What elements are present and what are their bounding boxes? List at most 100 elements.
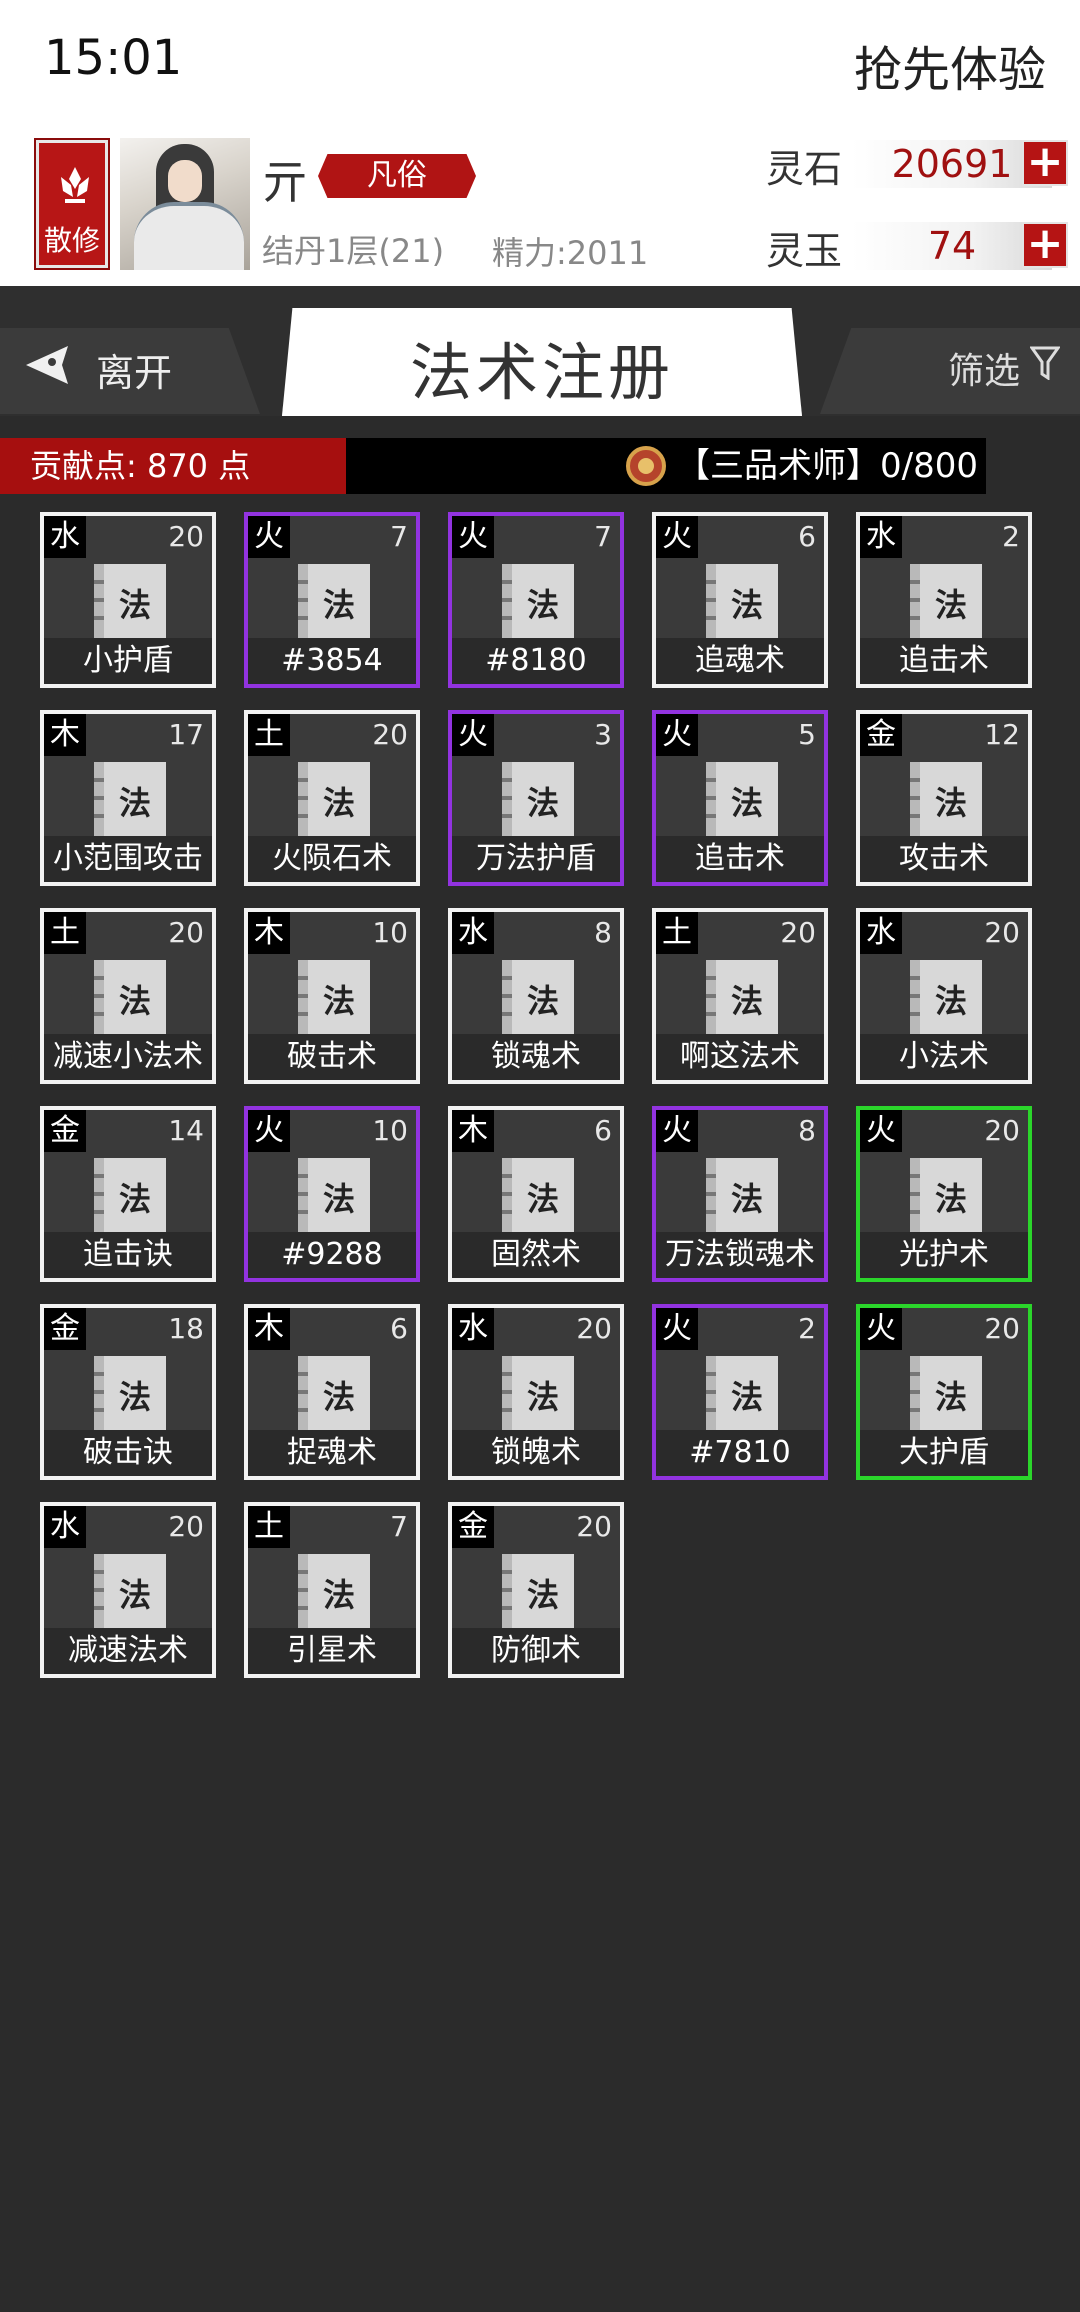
spellbook-icon: 法 xyxy=(706,1356,778,1434)
spellbook-icon: 法 xyxy=(502,1554,574,1632)
spellbook-glyph: 法 xyxy=(118,784,151,822)
spell-element: 土 xyxy=(248,1506,290,1548)
spell-element: 水 xyxy=(452,912,494,954)
spell-name: 破击术 xyxy=(248,1034,416,1080)
spell-level: 18 xyxy=(168,1312,204,1345)
spellbook-glyph: 法 xyxy=(934,1180,967,1218)
spell-element: 火 xyxy=(656,1308,698,1350)
spell-level: 20 xyxy=(168,1510,204,1543)
spell-card[interactable]: 土 20 法啊这法术 xyxy=(652,908,828,1084)
spellbook-glyph: 法 xyxy=(322,586,355,624)
back-button[interactable]: 离开 xyxy=(96,342,172,397)
spell-element: 水 xyxy=(860,516,902,558)
spell-card[interactable]: 土 20 法减速小法术 xyxy=(40,908,216,1084)
spell-card[interactable]: 水 20 法锁魄术 xyxy=(448,1304,624,1480)
early-access-label[interactable]: 抢先体验 xyxy=(854,30,1046,100)
spell-level: 8 xyxy=(594,916,612,949)
nav-bar: 离开 法术注册 筛选 xyxy=(0,286,1080,416)
spell-element: 火 xyxy=(248,1110,290,1152)
spell-card[interactable]: 火 7 法 #8180 xyxy=(448,512,624,688)
spellbook-icon: 法 xyxy=(94,1554,166,1632)
spell-card[interactable]: 木 6 法捉魂术 xyxy=(244,1304,420,1480)
spell-level: 6 xyxy=(390,1312,408,1345)
spell-level: 5 xyxy=(798,718,816,751)
rank-badge: 凡俗 xyxy=(318,154,476,198)
page-title: 法术注册 xyxy=(409,336,674,409)
profile-header: 散修 亓 凡俗 结丹1层(21) 精力:2011 灵石 20691 + 灵玉 7… xyxy=(0,120,1080,286)
sect-label: 散修 xyxy=(43,224,100,257)
spellbook-glyph: 法 xyxy=(934,982,967,1020)
energy-value: 精力:2011 xyxy=(492,234,649,272)
add-lingshi-button[interactable]: + xyxy=(1022,140,1068,186)
spell-card[interactable]: 水 20 法减速法术 xyxy=(40,1502,216,1678)
spellbook-icon: 法 xyxy=(94,564,166,642)
spell-card[interactable]: 木 17 法小范围攻击 xyxy=(40,710,216,886)
spell-card[interactable]: 火 10 法 #9288 xyxy=(244,1106,420,1282)
spell-card[interactable]: 火 2 法 #7810 xyxy=(652,1304,828,1480)
filter-button[interactable]: 筛选 xyxy=(948,342,1020,394)
spell-name: 固然术 xyxy=(452,1232,620,1278)
spell-name: 引星术 xyxy=(248,1628,416,1674)
spellbook-icon: 法 xyxy=(298,564,370,642)
spell-card[interactable]: 火 3 法万法护盾 xyxy=(448,710,624,886)
spell-card[interactable]: 土 20 法火陨石术 xyxy=(244,710,420,886)
spellbook-glyph: 法 xyxy=(322,1378,355,1416)
spell-card[interactable]: 火 5 法追击术 xyxy=(652,710,828,886)
lotus-icon xyxy=(61,167,89,203)
spell-element: 水 xyxy=(44,1506,86,1548)
spellbook-icon: 法 xyxy=(910,960,982,1038)
spell-level: 20 xyxy=(984,916,1020,949)
spell-card[interactable]: 火 20 法大护盾 xyxy=(856,1304,1032,1480)
spellbook-icon: 法 xyxy=(706,1158,778,1236)
spell-name: #3854 xyxy=(248,638,416,684)
spell-name: 锁魂术 xyxy=(452,1034,620,1080)
back-arrow-icon[interactable] xyxy=(22,342,74,388)
spell-card[interactable]: 水 2 法追击术 xyxy=(856,512,1032,688)
spellbook-glyph: 法 xyxy=(118,1576,151,1614)
spell-card[interactable]: 火 8 法万法锁魂术 xyxy=(652,1106,828,1282)
spell-element: 火 xyxy=(860,1110,902,1152)
spell-level: 20 xyxy=(168,520,204,553)
spell-level: 20 xyxy=(984,1114,1020,1147)
spell-card[interactable]: 金 12 法攻击术 xyxy=(856,710,1032,886)
spellbook-icon: 法 xyxy=(910,762,982,840)
spell-name: 小范围攻击 xyxy=(44,836,212,882)
spellbook-glyph: 法 xyxy=(118,586,151,624)
spellbook-glyph: 法 xyxy=(322,982,355,1020)
spellbook-icon: 法 xyxy=(298,1158,370,1236)
spell-card[interactable]: 火 7 法 #3854 xyxy=(244,512,420,688)
spell-level: 20 xyxy=(576,1510,612,1543)
spellbook-icon: 法 xyxy=(706,762,778,840)
spell-element: 水 xyxy=(860,912,902,954)
spell-level: 8 xyxy=(798,1114,816,1147)
spellbook-icon: 法 xyxy=(706,960,778,1038)
spell-level: 10 xyxy=(372,1114,408,1147)
spellbook-glyph: 法 xyxy=(730,784,763,822)
spell-level: 20 xyxy=(780,916,816,949)
spell-card[interactable]: 火 6 法追魂术 xyxy=(652,512,828,688)
spell-card[interactable]: 木 10 法破击术 xyxy=(244,908,420,1084)
filter-icon[interactable] xyxy=(1030,346,1060,380)
add-lingyu-button[interactable]: + xyxy=(1022,222,1068,268)
spell-level: 7 xyxy=(390,1510,408,1543)
spell-name: #9288 xyxy=(248,1232,416,1278)
spell-card[interactable]: 木 6 法固然术 xyxy=(448,1106,624,1282)
spell-card[interactable]: 土 7 法引星术 xyxy=(244,1502,420,1678)
spell-element: 火 xyxy=(452,714,494,756)
spellbook-glyph: 法 xyxy=(730,1378,763,1416)
spell-card[interactable]: 水 20 法小护盾 xyxy=(40,512,216,688)
spell-card[interactable]: 水 8 法锁魂术 xyxy=(448,908,624,1084)
spell-card[interactable]: 火 20 法光护术 xyxy=(856,1106,1032,1282)
spell-element: 火 xyxy=(452,516,494,558)
sect-badge[interactable]: 散修 xyxy=(34,138,110,270)
spell-card[interactable]: 水 20 法小法术 xyxy=(856,908,1032,1084)
spell-card[interactable]: 金 14 法追击诀 xyxy=(40,1106,216,1282)
spell-card[interactable]: 金 20 法防御术 xyxy=(448,1502,624,1678)
spell-name: 光护术 xyxy=(860,1232,1028,1278)
spellbook-glyph: 法 xyxy=(322,1576,355,1614)
spellbook-icon: 法 xyxy=(298,1554,370,1632)
spellbook-icon: 法 xyxy=(910,1158,982,1236)
avatar[interactable] xyxy=(120,138,250,270)
spell-card[interactable]: 金 18 法破击诀 xyxy=(40,1304,216,1480)
spellbook-icon: 法 xyxy=(298,960,370,1038)
